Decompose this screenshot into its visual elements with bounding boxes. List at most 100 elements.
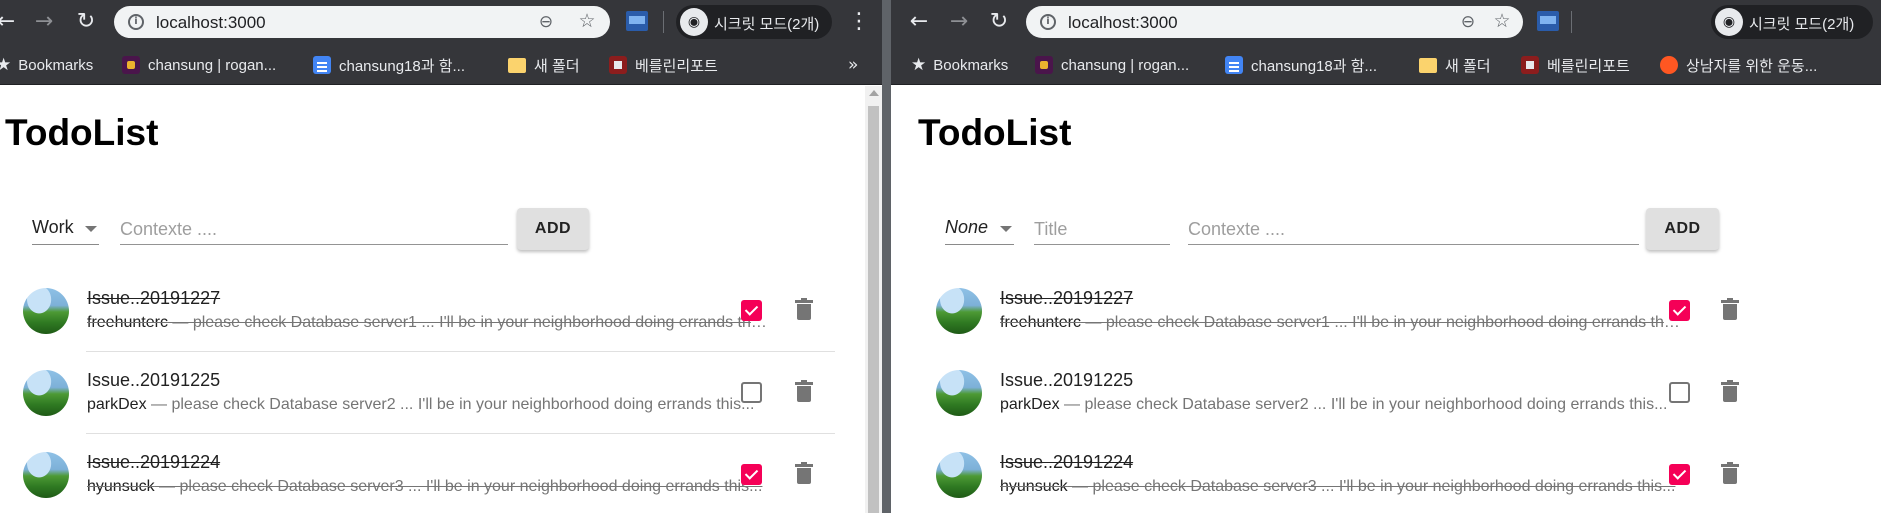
address-bar[interactable]: i localhost:3000 ⊖ ☆ [1026, 6, 1523, 38]
bookmark-label: chansung | rogan... [1061, 56, 1190, 74]
todo-description: parkDex — please check Database server2 … [1000, 396, 1682, 414]
todo-title: Issue..20191227 [1000, 288, 1134, 308]
trash-icon[interactable] [1720, 298, 1740, 322]
todo-description: hyunsuck — please check Database server3… [1000, 478, 1682, 496]
reload-icon[interactable]: ↻ [985, 8, 1013, 36]
extension-icon[interactable] [626, 11, 648, 31]
bookmark-star-icon[interactable]: ☆ [576, 10, 598, 32]
browser-toolbar: ← → ↻ i localhost:3000 ⊖ ☆ ◉ 시크릿 모드(2개) … [0, 0, 882, 45]
bookmark-label: 베를린리포트 [635, 57, 718, 75]
chevron-down-icon [1000, 226, 1012, 232]
todo-author: hyunsuck [87, 478, 155, 495]
site-icon [609, 56, 627, 74]
reload-icon[interactable]: ↻ [72, 8, 100, 36]
bookmark-workout[interactable]: 상남자를 위한 운동... [1660, 45, 1817, 85]
list-item[interactable]: Issue..20191224 hyunsuck — please check … [936, 434, 1739, 513]
category-value: Work [32, 217, 74, 237]
avatar [23, 288, 69, 334]
trash-icon[interactable] [794, 298, 814, 322]
done-checkbox[interactable] [1669, 300, 1690, 321]
todo-text: — please check Database server1 ... I'll… [1080, 314, 1682, 331]
add-button[interactable]: ADD [1646, 208, 1719, 250]
done-checkbox[interactable] [741, 464, 762, 485]
todo-text: — please check Database server3 ... I'll… [1067, 478, 1676, 495]
document-icon [1225, 56, 1243, 74]
site-icon [1660, 56, 1678, 74]
todo-title: Issue..20191224 [87, 452, 221, 472]
todo-page: TodoList Work Contexte .... ADD Issue..2… [0, 86, 882, 513]
done-checkbox[interactable] [741, 382, 762, 403]
todo-author: parkDex [87, 396, 147, 413]
bookmark-star-icon[interactable]: ☆ [1491, 10, 1513, 32]
todo-title: Issue..20191225 [1000, 370, 1134, 390]
bookmark-chansung-rogan[interactable]: chansung | rogan... [1035, 45, 1189, 85]
more-bookmarks-icon[interactable]: » [848, 55, 858, 75]
scroll-up-arrow-icon[interactable] [869, 90, 879, 96]
site-info-icon[interactable]: i [128, 14, 144, 30]
folder-icon [508, 57, 526, 73]
category-select[interactable]: None [945, 211, 1014, 245]
list-item[interactable]: Issue..20191225 parkDex — please check D… [936, 352, 1739, 434]
scrollbar-thumb[interactable] [868, 106, 879, 513]
bookmarks-star-icon: ★ [911, 55, 927, 75]
extension-icon[interactable] [1537, 11, 1559, 31]
bookmark-new-folder[interactable]: 새 폴더 [1419, 45, 1491, 85]
zoom-icon[interactable]: ⊖ [1457, 11, 1479, 33]
bookmark-apps[interactable]: ★ Bookmarks [911, 45, 1008, 85]
incognito-icon: ◉ [680, 8, 708, 36]
bookmark-label: 베를린리포트 [1547, 57, 1630, 75]
done-checkbox[interactable] [1669, 382, 1690, 403]
todo-text: — please check Database server3 ... I'll… [154, 478, 763, 495]
incognito-badge[interactable]: ◉ 시크릿 모드(2개) [1711, 5, 1873, 39]
menu-dots-icon[interactable]: ⋮ [848, 8, 870, 36]
bookmark-berlin-report[interactable]: 베를린리포트 [1521, 45, 1630, 85]
list-item[interactable]: Issue..20191225 parkDex — please check D… [23, 352, 835, 434]
bookmark-chansung18[interactable]: chansung18과 함... [1225, 45, 1377, 85]
right-browser-window: ← → ↻ i localhost:3000 ⊖ ☆ ◉ 시크릿 모드(2개) … [891, 0, 1881, 513]
forward-arrow-icon[interactable]: → [945, 8, 973, 36]
url-text: localhost:3000 [1068, 13, 1178, 32]
title-input[interactable]: Title [1034, 211, 1170, 245]
incognito-badge[interactable]: ◉ 시크릿 모드(2개) [676, 5, 832, 39]
bookmark-label: 새 폴더 [534, 57, 580, 75]
todo-title: Issue..20191224 [1000, 452, 1134, 472]
trash-icon[interactable] [794, 462, 814, 486]
list-item[interactable]: Issue..20191227 freehunterc — please che… [936, 270, 1739, 352]
trash-icon[interactable] [794, 380, 814, 404]
todo-page: TodoList None Title Contexte .... ADD Is… [891, 86, 1881, 513]
back-arrow-icon[interactable]: ← [0, 8, 20, 36]
add-button[interactable]: ADD [517, 208, 589, 250]
done-checkbox[interactable] [741, 300, 762, 321]
done-checkbox[interactable] [1669, 464, 1690, 485]
page-title: TodoList [918, 112, 1072, 153]
screen: ← → ↻ i localhost:3000 ⊖ ☆ ◉ 시크릿 모드(2개) … [0, 0, 1881, 513]
avatar [23, 452, 69, 498]
browser-toolbar: ← → ↻ i localhost:3000 ⊖ ☆ ◉ 시크릿 모드(2개) [891, 0, 1881, 45]
forward-arrow-icon[interactable]: → [30, 8, 58, 36]
bookmark-new-folder[interactable]: 새 폴더 [508, 45, 580, 85]
bookmark-label: 상남자를 위한 운동... [1686, 57, 1818, 75]
left-browser-window: ← → ↻ i localhost:3000 ⊖ ☆ ◉ 시크릿 모드(2개) … [0, 0, 882, 513]
trash-icon[interactable] [1720, 380, 1740, 404]
page-scrollbar[interactable] [865, 86, 882, 513]
address-bar[interactable]: i localhost:3000 ⊖ ☆ [114, 6, 610, 38]
site-info-icon[interactable]: i [1040, 14, 1056, 30]
bookmark-label: chansung18과 함... [1251, 57, 1378, 75]
back-arrow-icon[interactable]: ← [905, 8, 933, 36]
bookmark-chansung18[interactable]: chansung18과 함... [313, 45, 465, 85]
avatar [936, 370, 982, 416]
chevron-down-icon [85, 226, 97, 232]
bookmark-berlin-report[interactable]: 베를린리포트 [609, 45, 718, 85]
context-placeholder: Contexte .... [120, 219, 218, 239]
site-icon [1521, 56, 1539, 74]
context-input[interactable]: Contexte .... [120, 211, 508, 245]
bookmark-apps[interactable]: ★ Bookmarks [0, 45, 93, 85]
list-item[interactable]: Issue..20191227 freehunterc — please che… [23, 270, 835, 352]
zoom-icon[interactable]: ⊖ [535, 11, 557, 33]
context-input[interactable]: Contexte .... [1188, 211, 1639, 245]
category-select[interactable]: Work [32, 211, 99, 245]
list-item[interactable]: Issue..20191224 hyunsuck — please check … [23, 434, 835, 513]
trash-icon[interactable] [1720, 462, 1740, 486]
window-divider [882, 0, 891, 513]
bookmark-chansung-rogan[interactable]: chansung | rogan... [122, 45, 276, 85]
